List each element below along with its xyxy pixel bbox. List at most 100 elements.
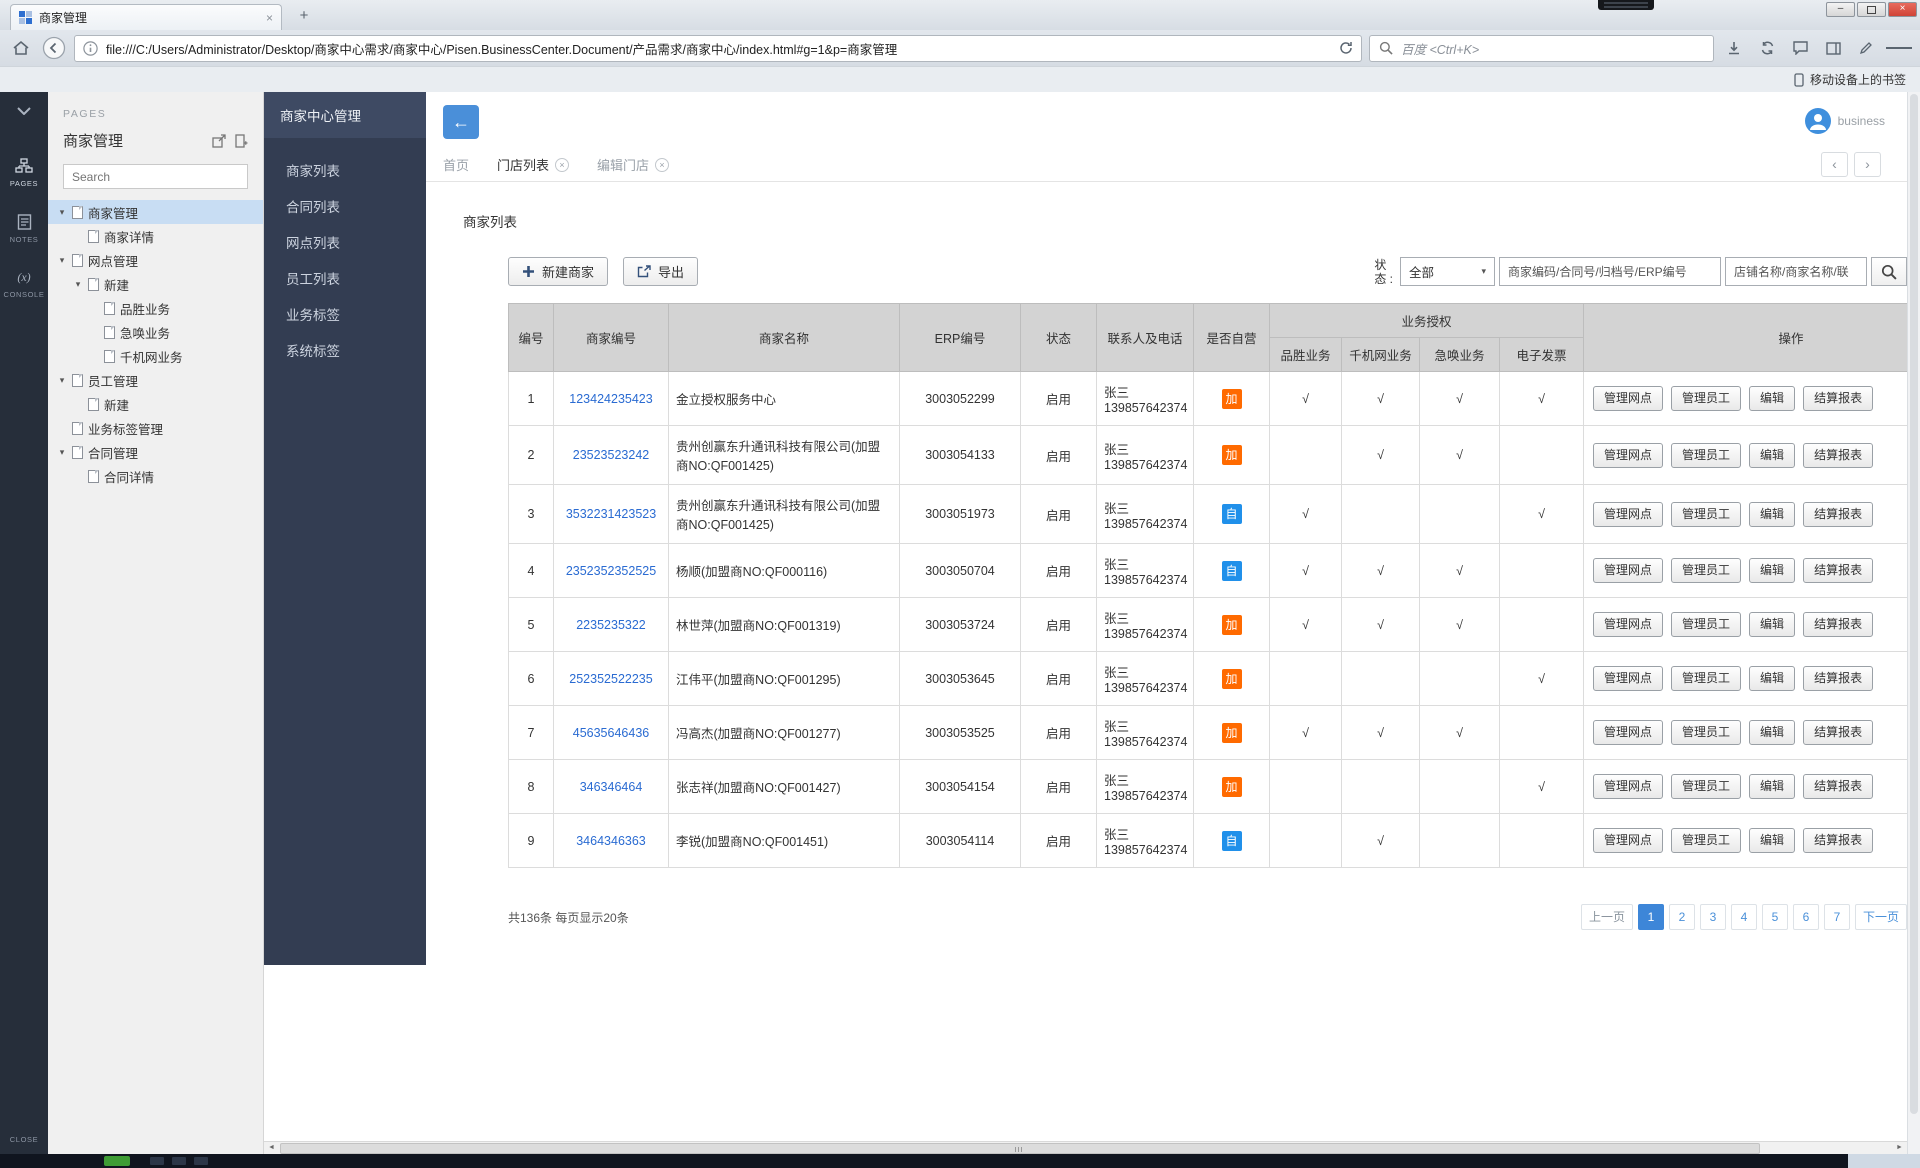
row-action-button[interactable]: 管理网点 [1593,720,1663,745]
status-select[interactable]: 全部 ▾ [1400,257,1495,286]
new-merchant-button[interactable]: 新建商家 [508,257,608,286]
tabs-scroll-left-button[interactable]: ‹ [1821,152,1848,177]
merchant-code-link[interactable]: 252352522235 [569,672,652,686]
row-action-button[interactable]: 编辑 [1749,558,1795,583]
chevron-down-icon[interactable]: ▾ [57,375,67,386]
url-field[interactable]: file:///C:/Users/Administrator/Desktop/商… [74,35,1362,62]
row-action-button[interactable]: 编辑 [1749,502,1795,527]
rail-item-close[interactable]: CLOSE [0,1135,48,1144]
web-search-field[interactable]: 百度 <Ctrl+K> [1369,35,1714,62]
edit-button[interactable] [1853,35,1879,61]
row-action-button[interactable]: 结算报表 [1803,774,1873,799]
sidebar-item-1[interactable]: 商家列表 [264,152,426,188]
chevron-down-icon[interactable]: ▾ [57,447,67,458]
row-action-button[interactable]: 结算报表 [1803,443,1873,468]
row-action-button[interactable]: 编辑 [1749,774,1795,799]
merchant-code-link[interactable]: 45635646436 [573,726,649,740]
row-action-button[interactable]: 管理网点 [1593,443,1663,468]
row-action-button[interactable]: 管理员工 [1671,502,1741,527]
add-page-icon[interactable] [235,134,248,148]
merchant-code-link[interactable]: 2352352352525 [566,564,656,578]
row-action-button[interactable]: 管理网点 [1593,386,1663,411]
merchant-code-link[interactable]: 346346464 [580,780,643,794]
maximize-button[interactable] [1857,2,1886,17]
row-action-button[interactable]: 编辑 [1749,828,1795,853]
row-action-button[interactable]: 结算报表 [1803,612,1873,637]
row-action-button[interactable]: 管理员工 [1671,720,1741,745]
row-action-button[interactable]: 编辑 [1749,720,1795,745]
tree-item[interactable]: ▾员工管理 [48,368,263,392]
rail-item-console[interactable]: (x) CONSOLE [4,270,45,299]
row-action-button[interactable]: 管理网点 [1593,502,1663,527]
row-action-button[interactable]: 管理网点 [1593,558,1663,583]
tree-item[interactable]: 新建 [48,392,263,416]
search-button[interactable] [1871,257,1907,286]
tree-item[interactable]: ▾网点管理 [48,248,263,272]
tree-item[interactable]: ▾新建 [48,272,263,296]
chevron-down-icon[interactable]: ▾ [73,279,83,290]
page-number-button[interactable]: 6 [1793,904,1819,930]
row-action-button[interactable]: 管理员工 [1671,666,1741,691]
page-number-button[interactable]: 4 [1731,904,1757,930]
row-action-button[interactable]: 编辑 [1749,666,1795,691]
minimize-button[interactable]: – [1826,2,1855,17]
downloads-button[interactable] [1721,35,1747,61]
mobile-bookmarks-link[interactable]: 移动设备上的书签 [1810,71,1906,88]
export-button[interactable]: 导出 [623,257,698,286]
tree-item[interactable]: 千机网业务 [48,344,263,368]
sidebar-item-2[interactable]: 合同列表 [264,188,426,224]
page-number-button[interactable]: 7 [1824,904,1850,930]
page-number-button[interactable]: 1 [1638,904,1664,930]
horizontal-scrollbar[interactable]: ◄ ► [264,1141,1907,1154]
tree-item[interactable]: 品胜业务 [48,296,263,320]
row-action-button[interactable]: 管理员工 [1671,386,1741,411]
row-action-button[interactable]: 结算报表 [1803,828,1873,853]
tab-close-icon[interactable]: × [555,158,569,172]
reload-icon[interactable] [1339,41,1353,55]
row-action-button[interactable]: 管理员工 [1671,828,1741,853]
close-button[interactable]: × [1888,2,1917,17]
shop-name-input[interactable] [1725,257,1867,286]
row-action-button[interactable]: 管理员工 [1671,558,1741,583]
back-button[interactable]: ← [443,105,479,139]
rail-item-notes[interactable]: NOTES [10,214,39,244]
sidebar-item-4[interactable]: 员工列表 [264,260,426,296]
row-action-button[interactable]: 结算报表 [1803,558,1873,583]
page-number-button[interactable]: 3 [1700,904,1726,930]
messages-button[interactable] [1787,35,1813,61]
row-action-button[interactable]: 编辑 [1749,386,1795,411]
new-tab-button[interactable]: + [292,7,316,26]
browser-tab[interactable]: 商家管理 × [10,4,282,30]
tree-item[interactable]: 急唤业务 [48,320,263,344]
menu-button[interactable] [1886,35,1912,61]
tree-item[interactable]: 业务标签管理 [48,416,263,440]
horizontal-scrollbar-thumb[interactable] [280,1143,1760,1154]
sidebar-item-6[interactable]: 系统标签 [264,332,426,368]
tree-item[interactable]: ▾合同管理 [48,440,263,464]
merchant-code-link[interactable]: 3464346363 [576,834,646,848]
page-number-button[interactable]: 5 [1762,904,1788,930]
vertical-scrollbar[interactable] [1907,92,1920,1154]
merchant-code-link[interactable]: 23523523242 [573,448,649,462]
share-icon[interactable] [212,134,226,148]
page-tab[interactable]: 门店列表× [497,155,569,174]
sync-button[interactable] [1754,35,1780,61]
prev-page-button[interactable]: 上一页 [1581,904,1633,930]
row-action-button[interactable]: 管理员工 [1671,443,1741,468]
browser-back-button[interactable] [41,35,67,61]
pages-search-input[interactable] [72,170,239,184]
page-number-button[interactable]: 2 [1669,904,1695,930]
row-action-button[interactable]: 结算报表 [1803,720,1873,745]
chevron-down-icon[interactable]: ▾ [57,207,67,218]
page-tab[interactable]: 编辑门店× [597,155,669,174]
row-action-button[interactable]: 结算报表 [1803,386,1873,411]
sidebar-item-3[interactable]: 网点列表 [264,224,426,260]
tabs-scroll-right-button[interactable]: › [1854,152,1881,177]
rail-item-pages[interactable]: PAGES [10,158,38,188]
row-action-button[interactable]: 编辑 [1749,612,1795,637]
chevron-down-icon[interactable]: ▾ [57,255,67,266]
next-page-button[interactable]: 下一页 [1855,904,1907,930]
tree-item[interactable]: 商家详情 [48,224,263,248]
merchant-code-link[interactable]: 123424235423 [569,392,652,406]
home-button[interactable] [8,35,34,61]
